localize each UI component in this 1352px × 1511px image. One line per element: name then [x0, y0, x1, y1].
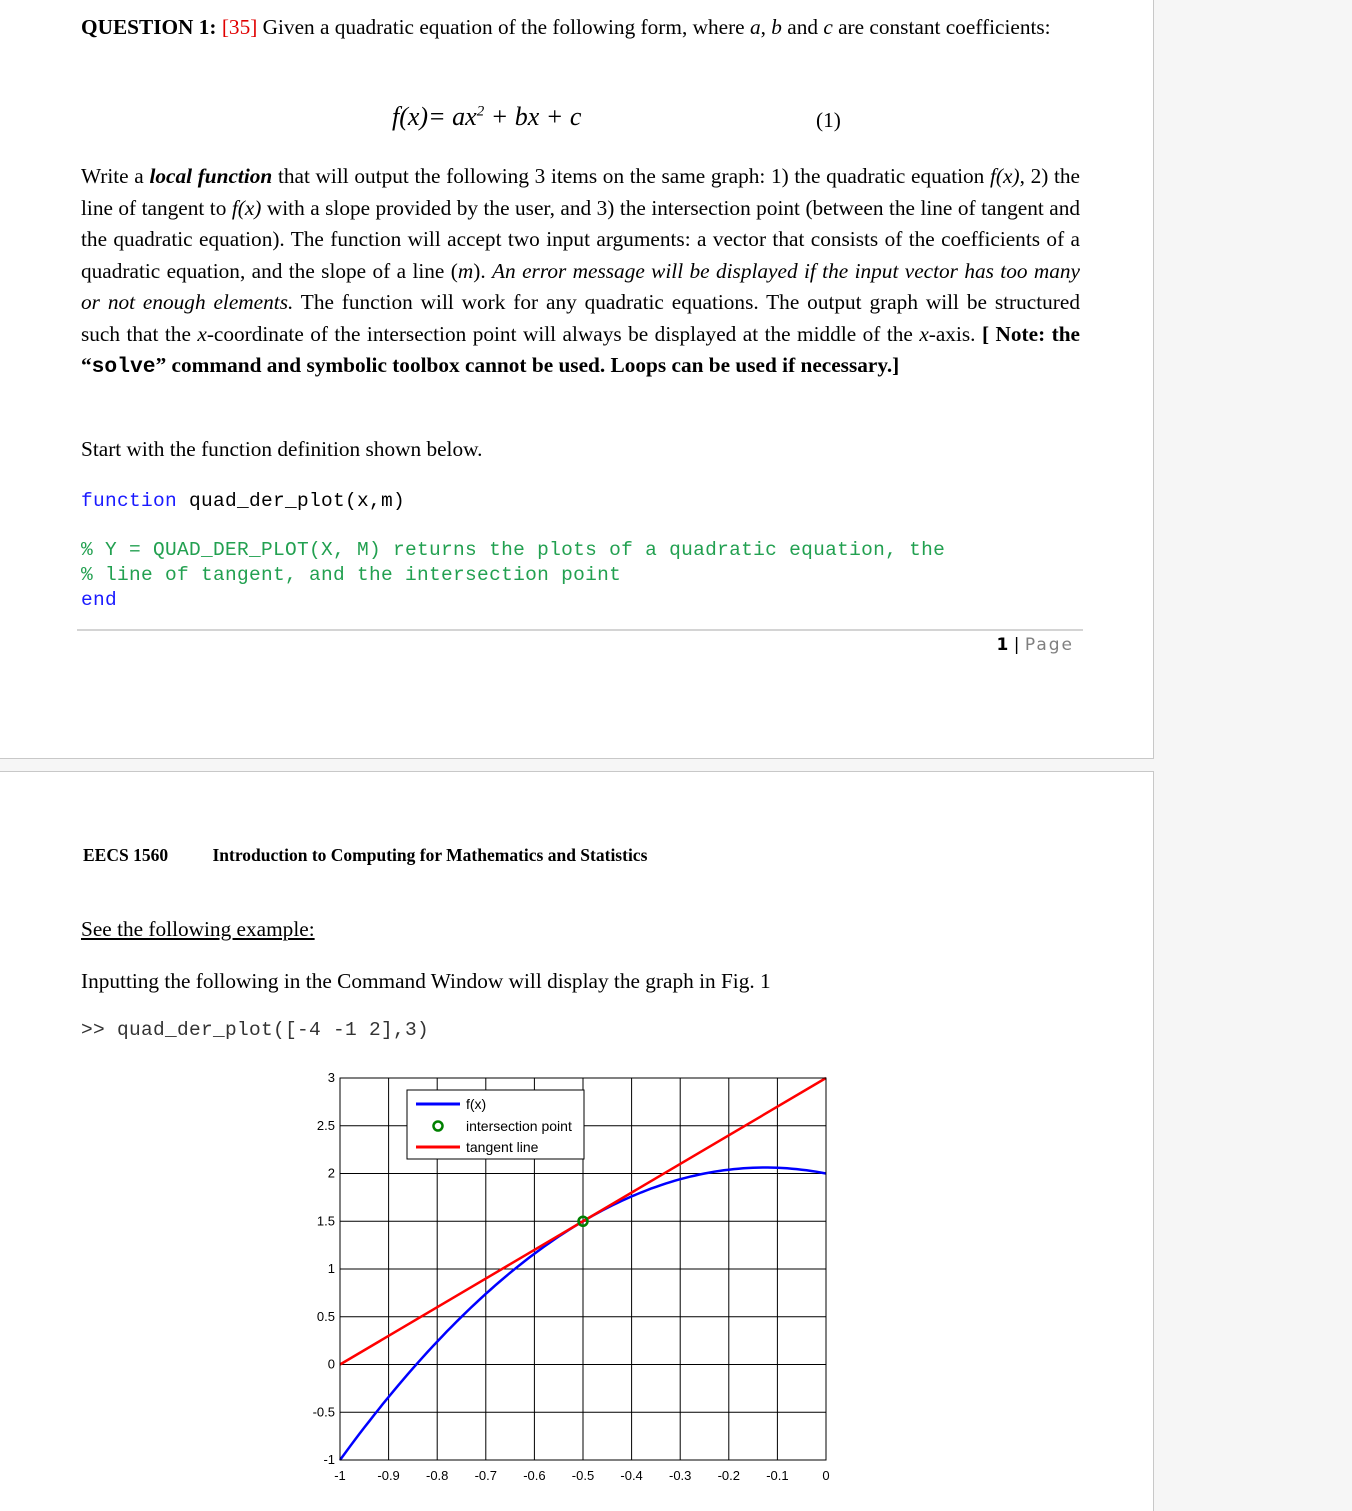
- x-tick-label: -0.2: [718, 1468, 740, 1483]
- inputting-instruction: Inputting the following in the Command W…: [81, 969, 771, 993]
- question-text: are constant coefficients:: [832, 15, 1051, 39]
- code-keyword-function: function: [81, 490, 178, 512]
- y-tick-label: 0: [328, 1357, 335, 1372]
- y-tick-label: 0.5: [317, 1309, 335, 1324]
- x-tick-label: -0.6: [523, 1468, 545, 1483]
- question-label: QUESTION 1:: [81, 15, 217, 39]
- question-text: Given a quadratic equation of the follow…: [257, 15, 750, 39]
- y-tick-label: -0.5: [313, 1404, 335, 1419]
- y-tick-label: 3: [328, 1070, 335, 1085]
- legend-tangent-label: tangent line: [466, 1139, 539, 1155]
- x-tick-label: -0.5: [572, 1468, 594, 1483]
- fx-ref: f(x): [231, 195, 262, 220]
- legend: f(x) intersection point tangent line: [406, 1089, 585, 1160]
- var-c: c: [823, 15, 833, 39]
- note-text: ” command and symbolic toolbox cannot be…: [155, 353, 900, 377]
- body-text: that will output the following 3 items o…: [272, 164, 991, 188]
- quadratic-equation: f(x)= ax2 + bx + c: [392, 102, 581, 132]
- emphasis-local-function: local function: [149, 164, 273, 188]
- legend-intersection-label: intersection point: [466, 1118, 572, 1134]
- code-line-function: function quad_der_plot(x,m): [81, 490, 405, 512]
- equation-rhs: + bx + c: [484, 102, 582, 131]
- x-tick-label: -0.1: [766, 1468, 788, 1483]
- body-text: ).: [473, 258, 493, 283]
- x-tick-label: 0: [822, 1468, 829, 1483]
- page-number: 1: [996, 635, 1009, 655]
- x-tick-label: -1: [334, 1468, 346, 1483]
- code-keyword-end: end: [81, 589, 118, 611]
- var-b: b: [771, 15, 782, 39]
- question-intro: QUESTION 1: [35] Given a quadratic equat…: [81, 12, 1080, 44]
- page-separator: |: [1008, 635, 1025, 655]
- y-tick-label: 1.5: [317, 1213, 335, 1228]
- code-comment-1: % Y = QUAD_DER_PLOT(X, M) returns the pl…: [81, 539, 946, 561]
- page-word: Page: [1024, 635, 1074, 655]
- body-text: Write a: [81, 164, 150, 188]
- y-tick-label: 2: [328, 1166, 335, 1181]
- x-tick-label: -0.8: [426, 1468, 448, 1483]
- fx-ref: f(x): [990, 164, 1020, 188]
- course-title: Introduction to Computing for Mathematic…: [212, 845, 648, 865]
- equation-number: (1): [816, 108, 841, 132]
- equation-rhs: = ax: [428, 102, 477, 131]
- figure-1-chart: -1 -0.9 -0.8 -0.7 -0.6 -0.5 -0.4 -0.3 -0.2 -0.1 0 -…: [313, 1070, 830, 1483]
- body-text: -coordinate of the intersection point wi…: [206, 321, 920, 346]
- var-a: a: [749, 15, 761, 39]
- x-tick-label: -0.4: [620, 1468, 642, 1483]
- footer-divider: [77, 629, 1083, 631]
- equation-lhs: f(x): [392, 102, 429, 131]
- see-example-heading: See the following example:: [81, 917, 315, 941]
- x-tick-label: -0.9: [377, 1468, 399, 1483]
- legend-fx-label: f(x): [466, 1096, 486, 1112]
- question-text: and: [781, 15, 824, 39]
- course-header: EECS 1560 Introduction to Computing for …: [83, 845, 647, 866]
- var-x: x: [919, 321, 929, 346]
- question-body: Write a local function that will output …: [81, 161, 1080, 384]
- start-instruction: Start with the function definition shown…: [81, 437, 483, 461]
- y-tick-label: 1: [328, 1261, 335, 1276]
- x-tick-label: -0.3: [669, 1468, 691, 1483]
- var-m: m: [457, 258, 474, 283]
- course-code: EECS 1560: [83, 845, 169, 865]
- code-comment-2: % line of tangent, and the intersection …: [81, 564, 622, 586]
- note-code-solve: solve: [91, 355, 156, 379]
- question-text: ,: [760, 15, 772, 39]
- command-window-input: >> quad_der_plot([-4 -1 2],3): [81, 1019, 430, 1041]
- y-tick-label: -1: [323, 1452, 335, 1467]
- question-points: [35]: [221, 15, 258, 39]
- code-signature: quad_der_plot(x,m): [177, 490, 406, 512]
- page-number-footer: 1 | Page: [996, 635, 1074, 655]
- x-tick-label: -0.7: [475, 1468, 497, 1483]
- body-text: -axis.: [928, 321, 982, 346]
- document-page-1: QUESTION 1: [35] Given a quadratic equat…: [0, 0, 1154, 759]
- y-tick-label: 2.5: [317, 1118, 335, 1133]
- var-x: x: [197, 321, 207, 346]
